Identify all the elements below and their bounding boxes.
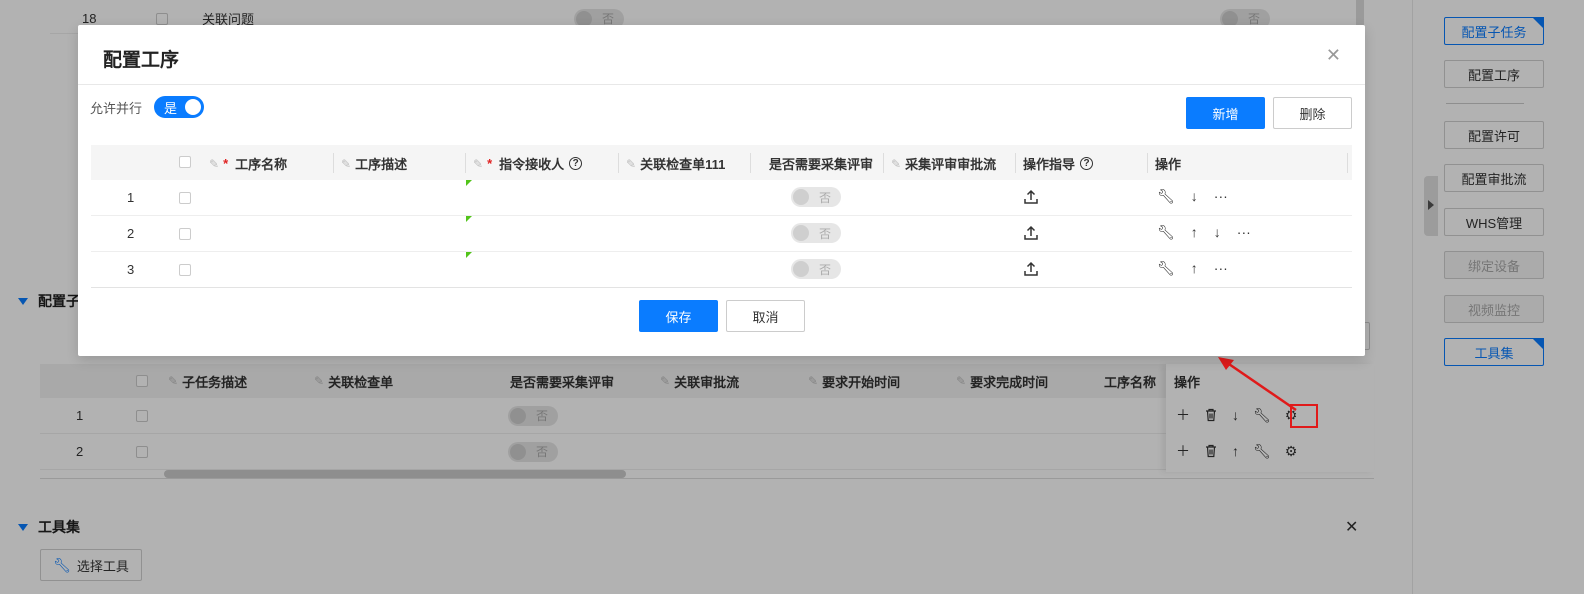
wrench-icon[interactable]: 🔧︎	[1157, 189, 1175, 203]
button-label: 新增	[1212, 106, 1239, 122]
column-separator[interactable]	[465, 153, 466, 173]
column-separator[interactable]	[1147, 153, 1148, 173]
row-checkbox[interactable]	[179, 192, 191, 204]
collect-review-switch[interactable]: 否	[791, 187, 841, 207]
pencil-icon: ✎	[341, 156, 352, 171]
dialog-title: 配置工序	[103, 50, 180, 71]
pencil-icon: ✎	[209, 156, 220, 171]
column-separator[interactable]	[1347, 153, 1348, 173]
column-header: 操作指导	[1023, 157, 1076, 172]
table-row: 2 否 🔧︎ ↑ ↓ ···	[91, 216, 1352, 252]
button-label: 保存	[665, 309, 692, 325]
arrow-down-icon[interactable]: ↓	[1214, 225, 1221, 239]
required-mark: *	[487, 156, 493, 171]
row-checkbox[interactable]	[179, 228, 191, 240]
arrow-up-icon[interactable]: ↑	[1191, 225, 1198, 239]
switch-text: 否	[818, 226, 831, 241]
pencil-icon: ✎	[473, 156, 484, 171]
allow-parallel-switch[interactable]: 是	[154, 96, 205, 118]
allow-parallel-label: 允许并行	[90, 100, 143, 116]
column-header: 工序名称	[235, 157, 288, 172]
more-icon[interactable]: ···	[1214, 261, 1228, 275]
collect-review-switch[interactable]: 否	[791, 259, 841, 279]
more-icon[interactable]: ···	[1237, 225, 1251, 239]
arrow-up-icon[interactable]: ↑	[1191, 261, 1198, 275]
column-separator[interactable]	[333, 153, 334, 173]
pencil-icon: ✎	[891, 156, 902, 171]
edit-marker	[466, 216, 472, 222]
collect-review-switch[interactable]: 否	[791, 223, 841, 243]
column-separator[interactable]	[1015, 153, 1016, 173]
upload-icon[interactable]	[1023, 189, 1039, 205]
column-header: 操作	[1155, 157, 1182, 172]
switch-text: 否	[818, 262, 831, 277]
row-index: 3	[127, 262, 135, 277]
column-separator[interactable]	[883, 153, 884, 173]
close-icon[interactable]: ✕	[1326, 45, 1341, 66]
wrench-icon[interactable]: 🔧︎	[1157, 225, 1175, 239]
more-icon[interactable]: ···	[1214, 189, 1228, 203]
save-button[interactable]: 保存	[639, 300, 718, 332]
switch-text: 否	[818, 190, 831, 205]
column-header: 是否需要采集评审	[769, 157, 874, 172]
column-separator[interactable]	[750, 153, 751, 173]
add-button[interactable]: 新增	[1186, 97, 1265, 129]
cancel-button[interactable]: 取消	[726, 300, 805, 332]
button-label: 删除	[1299, 106, 1326, 122]
row-index: 2	[127, 226, 135, 241]
switch-text: 是	[164, 100, 178, 116]
button-label: 取消	[752, 309, 779, 325]
row-index: 1	[127, 190, 135, 205]
pencil-icon: ✎	[626, 156, 637, 171]
divider	[78, 84, 1365, 85]
wrench-icon[interactable]: 🔧︎	[1157, 261, 1175, 275]
column-header: 指令接收人	[499, 157, 565, 172]
column-header: 工序描述	[355, 157, 408, 172]
allow-parallel-row: 允许并行 是	[90, 96, 205, 118]
column-separator[interactable]	[618, 153, 619, 173]
upload-icon[interactable]	[1023, 225, 1039, 241]
column-header: 采集评审审批流	[905, 157, 997, 172]
edit-marker	[466, 180, 472, 186]
table-row: 1 否 🔧︎ ↓ ···	[91, 180, 1352, 216]
column-header: 关联检查单111	[640, 157, 726, 172]
edit-marker	[466, 252, 472, 258]
arrow-down-icon[interactable]: ↓	[1191, 189, 1198, 203]
required-mark: *	[223, 156, 229, 171]
question-icon[interactable]: ?	[1080, 157, 1094, 170]
question-icon[interactable]: ?	[569, 157, 583, 170]
delete-button[interactable]: 删除	[1273, 97, 1352, 129]
config-process-dialog: 配置工序 ✕ 允许并行 是 新增 删除 ✎ * 工序名称 ✎ 工序描述 ✎ * 指令接收人…	[78, 25, 1365, 356]
upload-icon[interactable]	[1023, 261, 1039, 277]
table-header: ✎ * 工序名称 ✎ 工序描述 ✎ * 指令接收人? ✎ 关联检查单111 是否需要采集评审…	[91, 145, 1352, 180]
row-checkbox[interactable]	[179, 264, 191, 276]
process-table: ✎ * 工序名称 ✎ 工序描述 ✎ * 指令接收人? ✎ 关联检查单111 是否需要采集评审…	[91, 145, 1352, 288]
highlight-box	[1290, 404, 1318, 428]
select-all-checkbox[interactable]	[179, 156, 191, 168]
table-row: 3 否 🔧︎ ↑ ···	[91, 252, 1352, 288]
